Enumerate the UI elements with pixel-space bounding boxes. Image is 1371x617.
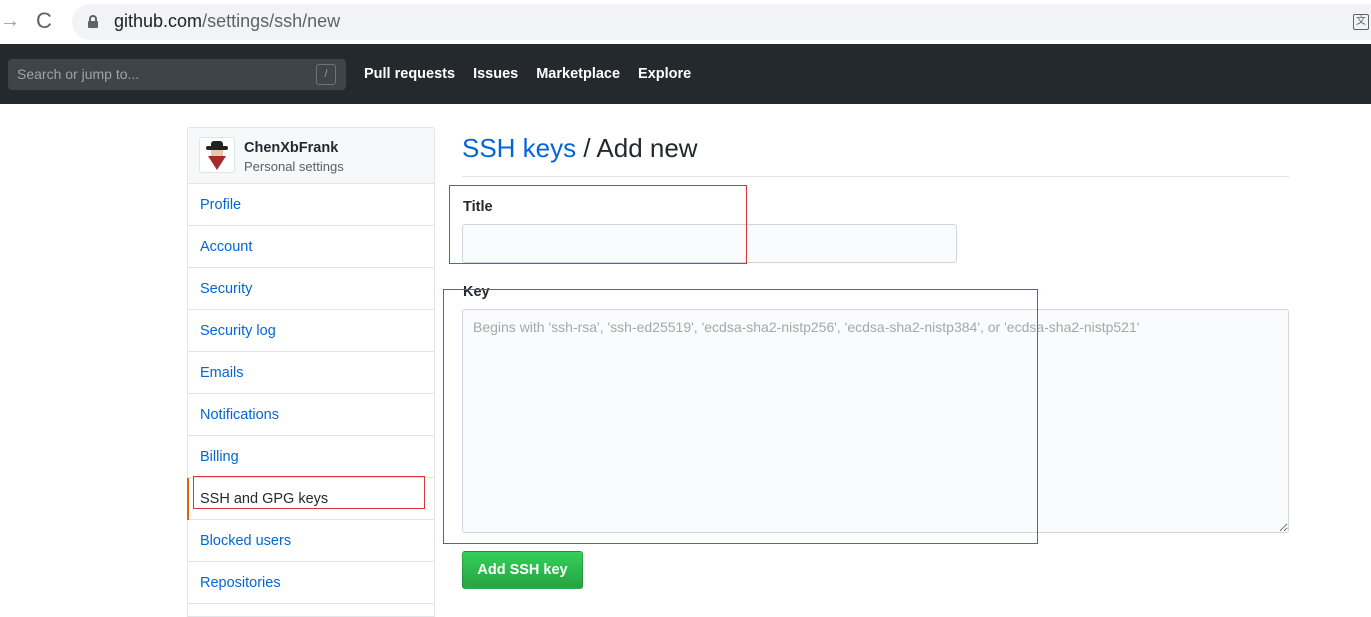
github-header: Search or jump to... / Pull requests Iss… [0, 44, 1371, 104]
sidebar-item-security[interactable]: Security [188, 268, 434, 310]
profile-username[interactable]: ChenXbFrank [244, 140, 338, 156]
url-text[interactable]: github.com/settings/ssh/new [114, 11, 340, 32]
nav-issues[interactable]: Issues [473, 66, 518, 82]
title-label: Title [463, 199, 493, 215]
address-bar[interactable]: github.com/settings/ssh/new 文 [72, 4, 1371, 40]
sidebar-item-billing[interactable]: Billing [188, 436, 434, 478]
lock-icon [88, 15, 98, 28]
settings-sidebar: ChenXbFrank Personal settings Profile Ac… [187, 127, 435, 617]
sidebar-item-emails[interactable]: Emails [188, 352, 434, 394]
nav-marketplace[interactable]: Marketplace [536, 66, 620, 82]
title-divider [462, 176, 1289, 177]
title-field[interactable] [462, 224, 957, 263]
reload-icon[interactable]: C [32, 8, 56, 34]
page-title: SSH keys / Add new [462, 133, 698, 164]
key-label: Key [463, 284, 490, 300]
nav-pull-requests[interactable]: Pull requests [364, 66, 455, 82]
sidebar-item-ssh-gpg-keys[interactable]: SSH and GPG keys [187, 478, 434, 520]
search-input[interactable]: Search or jump to... / [8, 59, 346, 90]
nav-explore[interactable]: Explore [638, 66, 691, 82]
breadcrumb-current: Add new [596, 133, 698, 163]
url-host: github.com [114, 11, 203, 31]
sidebar-item-account[interactable]: Account [188, 226, 434, 268]
forward-arrow-icon[interactable]: → [0, 9, 20, 33]
avatar[interactable] [199, 137, 235, 173]
breadcrumb-ssh-keys[interactable]: SSH keys [462, 133, 576, 163]
sidebar-item-profile[interactable]: Profile [188, 184, 434, 226]
search-placeholder: Search or jump to... [17, 66, 140, 82]
sidebar-item-security-log[interactable]: Security log [188, 310, 434, 352]
add-ssh-key-button[interactable]: Add SSH key [462, 551, 583, 589]
sidebar-item-repositories[interactable]: Repositories [188, 562, 434, 604]
profile-header: ChenXbFrank Personal settings [188, 128, 434, 184]
sidebar-item-notifications[interactable]: Notifications [188, 394, 434, 436]
breadcrumb-separator: / [576, 133, 597, 163]
profile-subtitle: Personal settings [244, 159, 344, 174]
header-nav: Pull requests Issues Marketplace Explore [364, 66, 691, 82]
key-textarea[interactable] [462, 309, 1289, 533]
translate-icon[interactable]: 文 [1353, 14, 1369, 30]
browser-toolbar: → C github.com/settings/ssh/new 文 [0, 0, 1371, 44]
sidebar-item-blocked-users[interactable]: Blocked users [188, 520, 434, 562]
url-path: /settings/ssh/new [202, 11, 341, 31]
search-shortcut-key: / [316, 64, 336, 85]
